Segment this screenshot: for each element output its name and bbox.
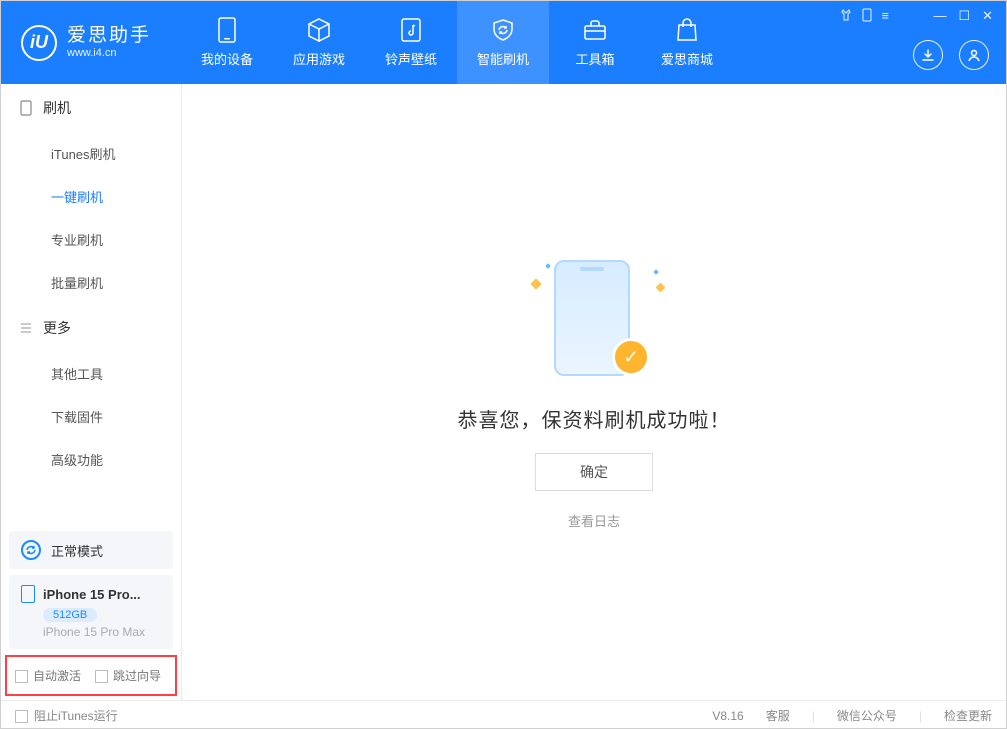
wechat-link[interactable]: 微信公众号 [837,707,897,724]
checkbox-label: 跳过向导 [113,669,161,683]
sidebar-item-pro-flash[interactable]: 专业刷机 [1,218,181,261]
main-nav: 我的设备 应用游戏 铃声壁纸 智能刷机 工具箱 爱思商城 [181,1,733,84]
check-badge-icon: ✓ [612,338,650,376]
content: 刷机 iTunes刷机 一键刷机 专业刷机 批量刷机 更多 其他工具 下载固件 … [1,84,1006,700]
main-panel: ✓ 恭喜您，保资料刷机成功啦！ 确定 查看日志 [182,84,1006,700]
sidebar-title: 刷机 [43,98,71,118]
phone-icon [214,17,240,43]
app-url: www.i4.cn [67,47,151,59]
options-row: 自动激活 跳过向导 [5,655,177,696]
device-row: iPhone 15 Pro... [21,585,161,603]
nav-store[interactable]: 爱思商城 [641,1,733,84]
nav-flash[interactable]: 智能刷机 [457,1,549,84]
ok-button[interactable]: 确定 [535,453,653,491]
sidebar-title: 更多 [43,318,71,338]
logo-icon [21,25,57,61]
check-update-link[interactable]: 检查更新 [944,707,992,724]
checkbox-icon [95,670,108,683]
music-icon [398,17,424,43]
checkbox-auto-activate[interactable]: 自动激活 [15,667,81,684]
sidebar-section-flash: 刷机 iTunes刷机 一键刷机 专业刷机 批量刷机 [1,84,181,304]
checkbox-skip-guide[interactable]: 跳过向导 [95,667,161,684]
menu-icon[interactable]: ≡ [881,8,889,25]
app-name: 爱思助手 [67,26,151,47]
close-button[interactable]: ✕ [982,8,993,24]
footer-right: V8.16 客服 | 微信公众号 | 检查更新 [712,707,992,724]
header-actions [913,40,989,70]
status-refresh-icon [21,540,41,560]
minimize-button[interactable]: — [933,8,946,24]
sidebar-item-other-tools[interactable]: 其他工具 [1,352,181,395]
window-controls: — ☐ ✕ [933,8,993,24]
separator: | [812,709,815,723]
nav-label: 爱思商城 [661,49,713,68]
titlebar-tools: ≡ [839,8,889,25]
nav-label: 智能刷机 [477,49,529,68]
refresh-shield-icon [490,17,516,43]
bag-icon [674,17,700,43]
checkbox-icon [15,710,28,723]
nav-label: 铃声壁纸 [385,49,437,68]
checkbox-label: 自动激活 [33,669,81,683]
device-card[interactable]: iPhone 15 Pro... 512GB iPhone 15 Pro Max [9,575,173,649]
checkbox-block-itunes[interactable]: 阻止iTunes运行 [15,707,118,724]
footer: 阻止iTunes运行 V8.16 客服 | 微信公众号 | 检查更新 [1,700,1006,730]
app-header: 爱思助手 www.i4.cn 我的设备 应用游戏 铃声壁纸 智能刷机 工具箱 爱… [1,1,1006,84]
version-text: V8.16 [712,709,743,723]
sidebar-item-oneclick-flash[interactable]: 一键刷机 [1,175,181,218]
storage-badge: 512GB [43,608,97,622]
sidebar-header-flash: 刷机 [1,84,181,132]
sidebar-item-advanced[interactable]: 高级功能 [1,438,181,481]
nav-apps[interactable]: 应用游戏 [273,1,365,84]
separator: | [919,709,922,723]
sidebar-item-batch-flash[interactable]: 批量刷机 [1,261,181,304]
sidebar: 刷机 iTunes刷机 一键刷机 专业刷机 批量刷机 更多 其他工具 下载固件 … [1,84,182,700]
view-log-link[interactable]: 查看日志 [568,511,620,530]
menu-lines-icon [19,321,33,335]
nav-ringtones[interactable]: 铃声壁纸 [365,1,457,84]
mobile-icon[interactable] [861,8,873,25]
sidebar-item-itunes-flash[interactable]: iTunes刷机 [1,132,181,175]
sidebar-section-more: 更多 其他工具 下载固件 高级功能 [1,304,181,481]
nav-my-device[interactable]: 我的设备 [181,1,273,84]
account-button[interactable] [959,40,989,70]
device-small-icon [19,101,33,115]
support-link[interactable]: 客服 [766,707,790,724]
logo: 爱思助手 www.i4.cn [1,1,181,84]
nav-label: 我的设备 [201,49,253,68]
status-text: 正常模式 [51,541,103,560]
checkbox-icon [15,670,28,683]
device-status[interactable]: 正常模式 [9,531,173,569]
sidebar-header-more: 更多 [1,304,181,352]
nav-toolbox[interactable]: 工具箱 [549,1,641,84]
maximize-button[interactable]: ☐ [958,8,970,24]
sidebar-item-download-firmware[interactable]: 下载固件 [1,395,181,438]
success-message: 恭喜您，保资料刷机成功啦！ [458,404,731,433]
success-illustration: ✓ [524,254,664,384]
phone-small-icon [21,585,35,603]
device-block: 正常模式 iPhone 15 Pro... 512GB iPhone 15 Pr… [1,527,181,700]
nav-label: 应用游戏 [293,49,345,68]
device-model: iPhone 15 Pro Max [43,625,161,639]
nav-label: 工具箱 [575,49,614,68]
device-name: iPhone 15 Pro... [43,587,141,602]
download-button[interactable] [913,40,943,70]
logo-text: 爱思助手 www.i4.cn [67,26,151,59]
checkbox-label: 阻止iTunes运行 [34,709,118,723]
toolbox-icon [582,17,608,43]
cube-icon [306,17,332,43]
dress-icon[interactable] [839,8,853,25]
